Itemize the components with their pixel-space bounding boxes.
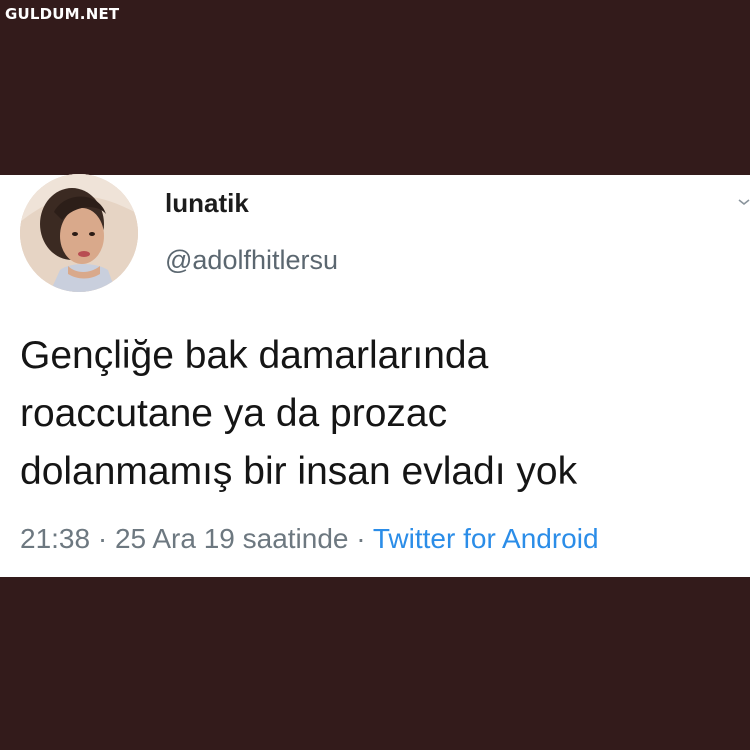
chevron-down-icon[interactable] bbox=[738, 196, 750, 208]
tweet-text: Gençliğe bak damarlarında roaccutane ya … bbox=[20, 327, 730, 501]
tweet-source-link[interactable]: Twitter for Android bbox=[373, 523, 599, 554]
tweet-text-line: dolanmamış bir insan evladı yok bbox=[20, 450, 578, 493]
tweet-text-line: roaccutane ya da prozac bbox=[20, 392, 448, 435]
meta-separator: · bbox=[90, 523, 115, 554]
tweet-date[interactable]: 25 Ara 19 saatinde bbox=[115, 523, 349, 554]
display-name[interactable]: lunatik bbox=[165, 188, 249, 219]
tweet-meta: 21:38 · 25 Ara 19 saatinde · Twitter for… bbox=[20, 523, 599, 555]
user-handle[interactable]: @adolfhitlersu bbox=[165, 245, 338, 276]
meta-separator: · bbox=[348, 523, 373, 554]
tweet-time[interactable]: 21:38 bbox=[20, 523, 90, 554]
watermark-logo: GULDUM.NET bbox=[5, 5, 120, 23]
avatar[interactable] bbox=[20, 174, 138, 292]
avatar-photo-icon bbox=[20, 174, 138, 292]
tweet-text-line: Gençliğe bak damarlarında bbox=[20, 334, 489, 377]
